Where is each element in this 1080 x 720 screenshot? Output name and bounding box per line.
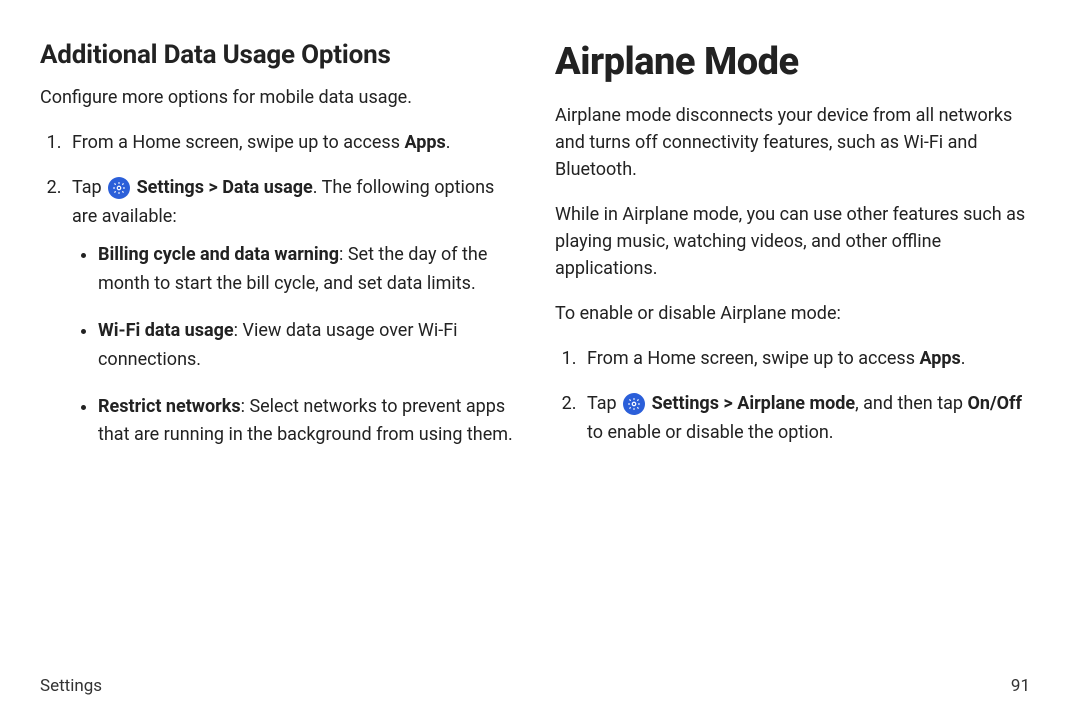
chevron-right-icon: > [204,177,222,198]
right-p2: While in Airplane mode, you can use othe… [555,201,1030,282]
list-item: Wi-Fi data usage: View data usage over W… [98,317,515,375]
left-steps: From a Home screen, swipe up to access A… [40,129,515,450]
chevron-right-icon: > [719,393,737,414]
settings-label: Settings [137,177,204,198]
gear-icon [623,393,645,415]
list-item: Billing cycle and data warning: Set the … [98,241,515,299]
left-column: Additional Data Usage Options Configure … [40,40,515,468]
step-text: to enable or disable the option. [587,422,834,443]
onoff-label: On/Off [967,393,1021,414]
apps-label: Apps [404,132,445,153]
two-column-layout: Additional Data Usage Options Configure … [40,40,1030,468]
step-text: , and then tap [855,393,967,414]
page-footer: Settings 91 [40,676,1030,696]
manual-page: Additional Data Usage Options Configure … [0,0,1080,720]
apps-label: Apps [919,348,960,369]
left-heading: Additional Data Usage Options [40,40,515,70]
step-text: Tap [587,393,621,414]
right-steps: From a Home screen, swipe up to access A… [555,345,1030,447]
right-heading: Airplane Mode [555,40,1030,84]
settings-label: Settings [652,393,719,414]
data-usage-label: Data usage [222,177,313,198]
footer-page-number: 91 [1011,676,1030,696]
left-step-2: Tap Settings > Data usage. The following… [66,174,515,450]
list-item: Restrict networks: Select networks to pr… [98,393,515,451]
option-title: Wi-Fi data usage [98,320,234,341]
airplane-mode-label: Airplane mode [737,393,855,414]
step-text: Tap [72,177,106,198]
right-p3: To enable or disable Airplane mode: [555,300,1030,327]
footer-section: Settings [40,676,102,696]
right-step-1: From a Home screen, swipe up to access A… [581,345,1030,374]
left-options-list: Billing cycle and data warning: Set the … [72,241,515,450]
right-p1: Airplane mode disconnects your device fr… [555,102,1030,183]
option-title: Restrict networks [98,396,241,417]
right-column: Airplane Mode Airplane mode disconnects … [555,40,1030,468]
option-title: Billing cycle and data warning [98,244,339,265]
left-step-1: From a Home screen, swipe up to access A… [66,129,515,158]
step-text: From a Home screen, swipe up to access [587,348,919,369]
right-step-2: Tap Settings > Airplane mode, and then t… [581,390,1030,448]
step-text: From a Home screen, swipe up to access [72,132,404,153]
gear-icon [108,177,130,199]
step-text: . [961,348,966,369]
step-text: . [446,132,451,153]
left-intro: Configure more options for mobile data u… [40,84,515,111]
